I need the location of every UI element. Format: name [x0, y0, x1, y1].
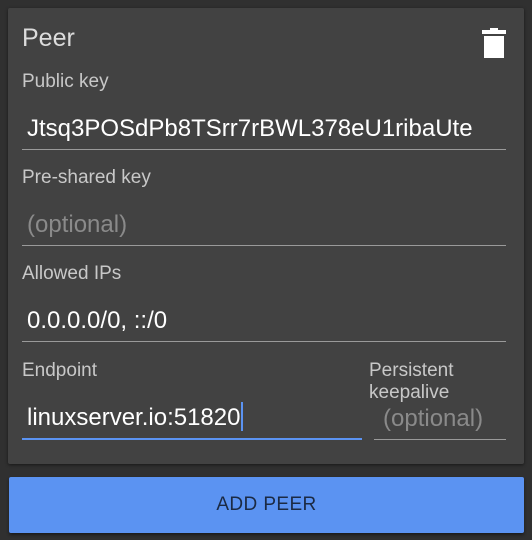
- wireguard-peer-page: Peer Public key Jtsq3POSdPb8TSrr7rBWL378…: [0, 0, 532, 540]
- public-key-field[interactable]: Jtsq3POSdPb8TSrr7rBWL378eU1ribaUte: [22, 108, 506, 150]
- add-peer-button[interactable]: ADD PEER: [9, 477, 524, 533]
- public-key-label: Public key: [22, 71, 109, 92]
- endpoint-field[interactable]: linuxserver.io:51820: [22, 398, 362, 440]
- allowed-ips-field[interactable]: 0.0.0.0/0, ::/0: [22, 300, 506, 342]
- preshared-key-field[interactable]: (optional): [22, 204, 506, 246]
- allowed-ips-label: Allowed IPs: [22, 263, 122, 284]
- keepalive-placeholder: (optional): [383, 405, 484, 432]
- peer-card-title: Peer: [22, 24, 75, 52]
- add-peer-label: ADD PEER: [216, 494, 317, 515]
- keepalive-label-line1: Persistent: [369, 360, 454, 381]
- preshared-key-placeholder: (optional): [27, 211, 128, 238]
- public-key-value: Jtsq3POSdPb8TSrr7rBWL378eU1ribaUte: [27, 115, 473, 142]
- endpoint-label: Endpoint: [22, 360, 98, 381]
- endpoint-value: linuxserver.io:51820: [27, 402, 244, 432]
- preshared-key-label: Pre-shared key: [22, 167, 151, 188]
- keepalive-field[interactable]: (optional): [374, 398, 506, 440]
- text-cursor: [241, 402, 244, 431]
- allowed-ips-value: 0.0.0.0/0, ::/0: [27, 307, 168, 334]
- peer-card: Peer Public key Jtsq3POSdPb8TSrr7rBWL378…: [8, 8, 524, 464]
- endpoint-text: linuxserver.io:51820: [27, 404, 241, 431]
- trash-icon[interactable]: [482, 28, 506, 58]
